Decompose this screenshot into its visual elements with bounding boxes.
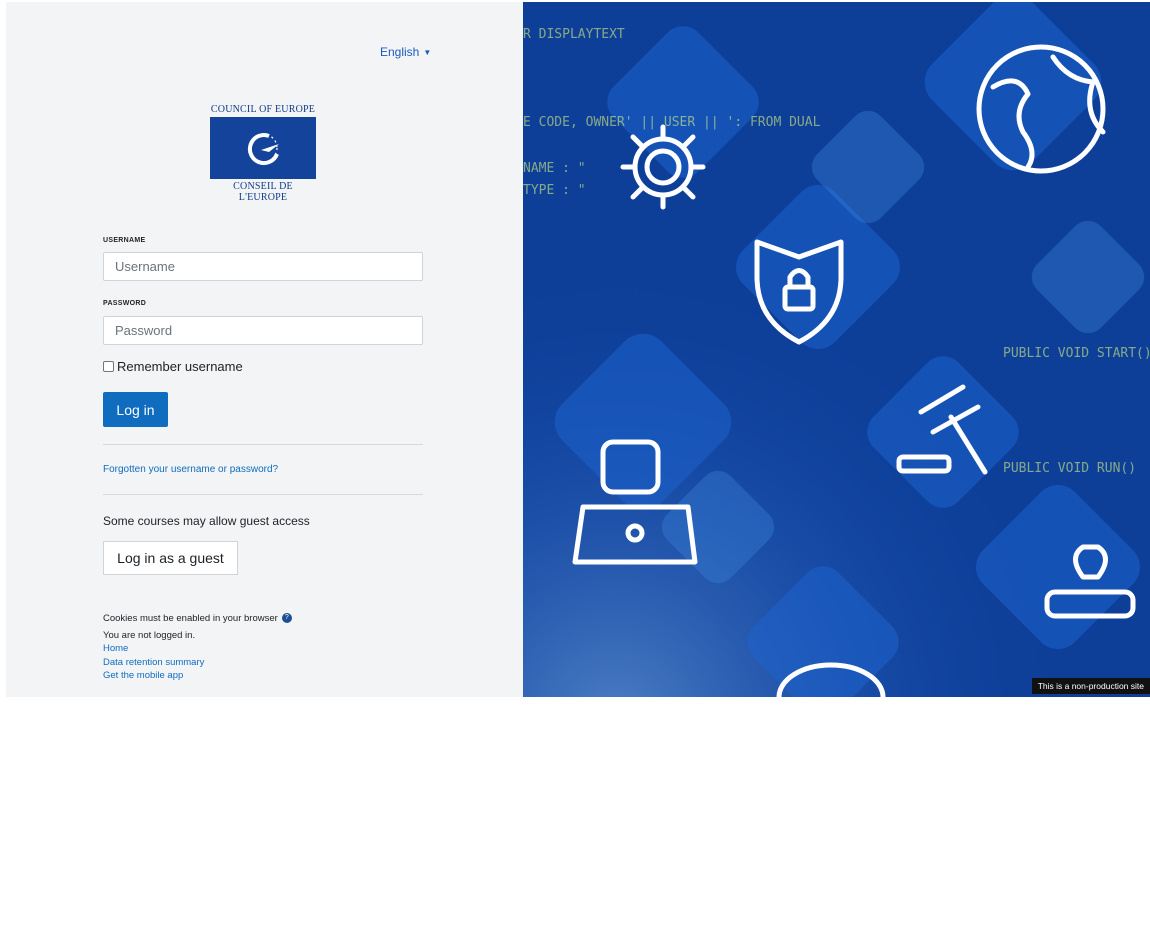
svg-text:NAME : ": NAME : " bbox=[523, 161, 586, 176]
login-status: You are not logged in. bbox=[103, 630, 196, 641]
password-label: PASSWORD bbox=[103, 300, 147, 307]
remember-checkbox[interactable] bbox=[103, 361, 114, 372]
cookies-text: Cookies must be enabled in your browser bbox=[103, 613, 278, 624]
divider bbox=[103, 494, 423, 495]
mobile-app-link[interactable]: Get the mobile app bbox=[103, 670, 183, 681]
non-production-banner: This is a non-production site bbox=[1031, 678, 1150, 694]
guest-login-button[interactable]: Log in as a guest bbox=[103, 541, 238, 575]
username-label: USERNAME bbox=[103, 237, 146, 244]
page-reflection bbox=[6, 697, 1150, 930]
viewport: English ▼ COUNCIL OF EUROPE CONSEIL DE L'… bbox=[0, 0, 1150, 930]
svg-text:PUBLIC VOID START(): PUBLIC VOID START() bbox=[1003, 346, 1150, 361]
password-input[interactable]: Password bbox=[103, 316, 423, 345]
language-label: English bbox=[380, 45, 420, 59]
remember-label: Remember username bbox=[117, 359, 243, 374]
svg-text:PUBLIC VOID RUN(): PUBLIC VOID RUN() bbox=[1003, 461, 1136, 476]
login-page: English ▼ COUNCIL OF EUROPE CONSEIL DE L'… bbox=[6, 2, 1150, 697]
language-menu[interactable]: English ▼ bbox=[380, 45, 431, 59]
logo-top-text: COUNCIL OF EUROPE bbox=[210, 104, 316, 115]
council-of-europe-logo: COUNCIL OF EUROPE CONSEIL DE L'EUROPE bbox=[208, 104, 318, 203]
cookies-notice: Cookies must be enabled in your browser? bbox=[103, 613, 292, 624]
coe-emblem bbox=[210, 117, 316, 179]
guest-access-text: Some courses may allow guest access bbox=[103, 514, 310, 528]
hero-illustration: R DISPLAYTEXT E CODE, OWNER' || USER || … bbox=[523, 2, 1150, 697]
svg-text:R DISPLAYTEXT: R DISPLAYTEXT bbox=[523, 27, 625, 42]
login-button[interactable]: Log in bbox=[103, 392, 168, 427]
username-input[interactable]: Username bbox=[103, 252, 423, 281]
svg-text:E CODE, OWNER' || USER || ': F: E CODE, OWNER' || USER || ': FROM DUAL bbox=[523, 115, 821, 130]
reflection-fade bbox=[6, 697, 1150, 930]
chevron-down-icon: ▼ bbox=[423, 48, 432, 58]
logo-bottom-text: CONSEIL DE L'EUROPE bbox=[233, 181, 293, 203]
help-icon[interactable]: ? bbox=[281, 613, 292, 624]
home-link[interactable]: Home bbox=[103, 643, 128, 654]
data-retention-link[interactable]: Data retention summary bbox=[103, 657, 204, 668]
login-panel: English ▼ COUNCIL OF EUROPE CONSEIL DE L'… bbox=[6, 2, 523, 697]
forgot-password-link[interactable]: Forgotten your username or password? bbox=[103, 464, 278, 475]
remember-username[interactable]: Remember username bbox=[103, 359, 243, 374]
svg-text:TYPE : ": TYPE : " bbox=[523, 183, 586, 198]
divider bbox=[103, 444, 423, 445]
